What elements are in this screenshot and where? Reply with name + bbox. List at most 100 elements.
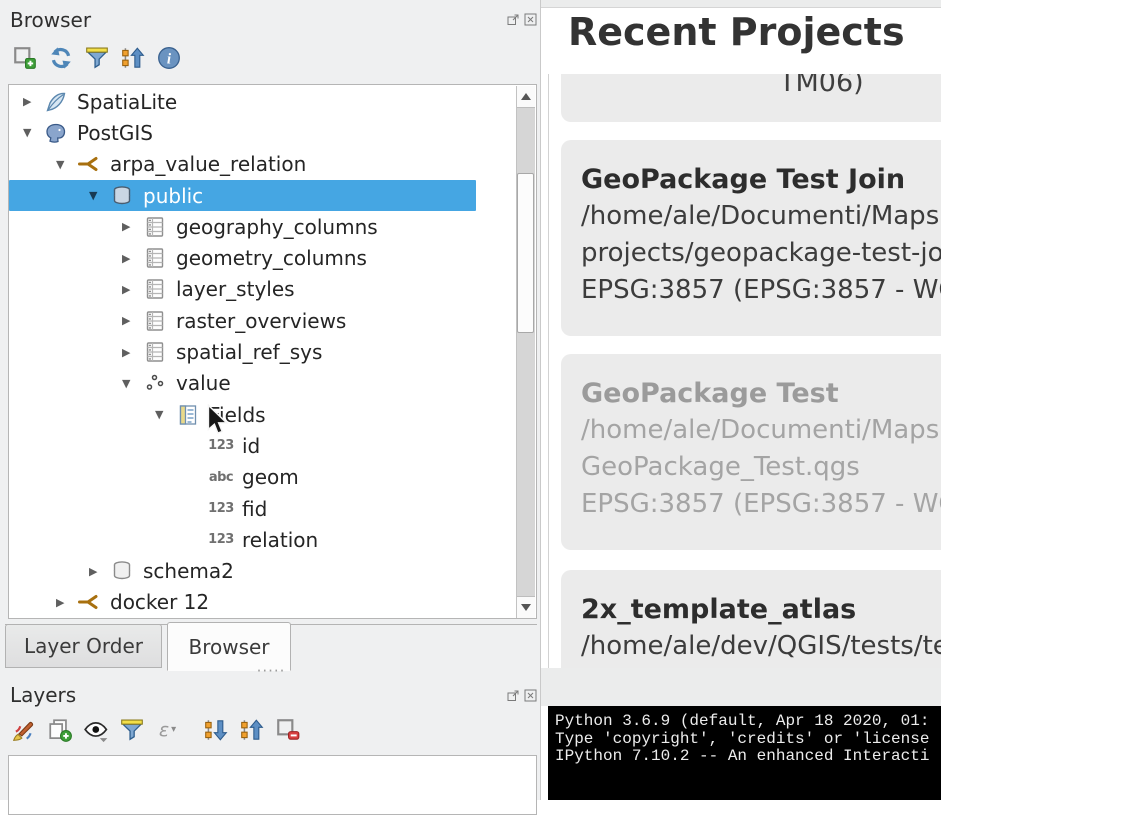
layers-panel-window-buttons xyxy=(507,689,537,702)
tree-item-label: geography_columns xyxy=(176,215,378,239)
filter-browser-button[interactable] xyxy=(83,44,110,71)
tree-item-public[interactable]: ▼public xyxy=(9,180,476,211)
project-card[interactable]: GeoPackage Test Join/home/ale/Documenti/… xyxy=(561,140,941,336)
console-gap-strip xyxy=(541,668,941,706)
filter-by-expression-button[interactable]: ε▾ xyxy=(154,716,181,743)
scroll-up-icon[interactable] xyxy=(517,86,535,108)
dock-splitter-handle[interactable]: ····· xyxy=(243,662,299,680)
tree-item-layer_styles[interactable]: ▶ layer_styles xyxy=(9,274,517,305)
expand-right-icon[interactable]: ▶ xyxy=(120,283,142,296)
project-title: GeoPackage Test xyxy=(581,376,941,412)
close-panel-icon[interactable] xyxy=(524,13,537,26)
refresh-button[interactable] xyxy=(47,44,74,71)
expand-all-button[interactable] xyxy=(202,716,229,743)
project-detail: EPSG:3857 (EPSG:3857 - WGS xyxy=(581,486,941,523)
tree-item-spatial_ref_sys[interactable]: ▶ spatial_ref_sys xyxy=(9,336,517,367)
remove-layer-group-button[interactable] xyxy=(274,716,301,743)
layers-list-empty[interactable] xyxy=(8,755,537,815)
tree-item-geometry_columns[interactable]: ▶geometry_columns xyxy=(9,242,517,273)
project-card[interactable]: 2x_template_atlas/home/ale/dev/QGIS/test… xyxy=(561,570,941,668)
tree-item-label: arpa_value_relation xyxy=(110,152,306,176)
fields-icon xyxy=(175,402,201,428)
tree-item-fields[interactable]: ▼ Fields xyxy=(9,399,517,430)
expand-down-icon[interactable]: ▼ xyxy=(87,189,109,202)
tree-scrollbar[interactable] xyxy=(516,86,535,618)
collapse-all-button[interactable] xyxy=(119,44,146,71)
collapse-all-button[interactable] xyxy=(238,716,265,743)
expand-right-icon[interactable]: ▶ xyxy=(120,220,142,233)
project-card-clipped[interactable]: TM06) xyxy=(561,74,941,122)
project-card[interactable]: GeoPackage Test/home/ale/Documenti/MapsG… xyxy=(561,354,941,550)
expand-down-icon[interactable]: ▼ xyxy=(153,408,175,421)
expand-right-icon[interactable]: ▶ xyxy=(87,565,109,578)
console-line: IPython 7.10.2 -- An enhanced Interacti xyxy=(555,748,941,766)
database-gray-icon xyxy=(109,558,135,584)
expand-right-icon[interactable]: ▶ xyxy=(21,95,43,108)
filter-legend-button[interactable] xyxy=(118,716,145,743)
tree-item-schema2[interactable]: ▶ schema2 xyxy=(9,555,517,586)
tree-item-fid[interactable]: 123fid xyxy=(9,493,517,524)
project-detail: GeoPackage_Test.qgs xyxy=(581,449,941,486)
expand-right-icon[interactable]: ▶ xyxy=(120,346,142,359)
tree-item-geography_columns[interactable]: ▶ geography_columns xyxy=(9,211,517,242)
open-layer-styling-button[interactable] xyxy=(10,716,37,743)
tree-item-arpa_value_relation[interactable]: ▼ arpa_value_relation xyxy=(9,149,517,180)
tree-item-docker-12[interactable]: ▶ docker 12 xyxy=(9,587,517,618)
project-title: GeoPackage Test Join xyxy=(581,162,941,198)
python-console[interactable]: Python 3.6.9 (default, Apr 18 2020, 01:T… xyxy=(548,706,941,800)
tree-item-label: docker 12 xyxy=(110,590,209,614)
project-detail: /home/ale/Documenti/Maps xyxy=(581,412,941,449)
tree-item-postgis[interactable]: ▼PostGIS xyxy=(9,117,517,148)
project-detail: EPSG:3857 (EPSG:3857 - WGS xyxy=(581,272,941,309)
manage-map-themes-button[interactable] xyxy=(82,716,109,743)
project-detail: projects/geopackage-test-joi xyxy=(581,235,941,272)
tree-item-raster_overviews[interactable]: ▶ raster_overviews xyxy=(9,305,517,336)
tree-item-id[interactable]: 123id xyxy=(9,430,517,461)
tree-item-label: Fields xyxy=(209,403,266,427)
expand-right-icon[interactable]: ▶ xyxy=(54,596,76,609)
tree-item-value[interactable]: ▼ value xyxy=(9,368,517,399)
welcome-screen: Recent Projects TM06) GeoPackage Test Jo… xyxy=(541,0,941,668)
browser-panel-window-buttons xyxy=(507,13,537,26)
tree-item-geom[interactable]: abcgeom xyxy=(9,462,517,493)
table-icon xyxy=(142,308,168,334)
qgis-window: Browser i ▶SpatiaLite▼PostGIS▼arpa_value… xyxy=(0,0,1134,800)
float-panel-icon[interactable] xyxy=(507,689,520,702)
tree-item-label: value xyxy=(176,371,231,395)
layers-panel-title: Layers xyxy=(10,683,76,707)
scrollbar-thumb[interactable] xyxy=(517,173,534,333)
tree-item-label: raster_overviews xyxy=(176,309,346,333)
layers-toolbar: ε▾ xyxy=(10,716,301,743)
points-icon xyxy=(142,370,168,396)
expand-right-icon[interactable]: ▶ xyxy=(120,314,142,327)
tree-item-label: spatial_ref_sys xyxy=(176,340,322,364)
table-icon xyxy=(142,276,168,302)
tree-item-label: layer_styles xyxy=(176,277,295,301)
console-line: Python 3.6.9 (default, Apr 18 2020, 01: xyxy=(555,713,941,731)
add-group-button[interactable] xyxy=(46,716,73,743)
recent-projects-list[interactable]: TM06) GeoPackage Test Join/home/ale/Docu… xyxy=(548,74,941,668)
expand-down-icon[interactable]: ▼ xyxy=(54,158,76,171)
close-panel-icon[interactable] xyxy=(524,689,537,702)
properties-button[interactable]: i xyxy=(155,44,182,71)
float-panel-icon[interactable] xyxy=(507,13,520,26)
tree-item-spatialite[interactable]: ▶ SpatiaLite xyxy=(9,86,517,117)
browser-tree: ▶SpatiaLite▼PostGIS▼arpa_value_relation▼… xyxy=(8,84,537,619)
spatialite-icon xyxy=(43,89,69,115)
console-line: Type 'copyright', 'credits' or 'license xyxy=(555,731,941,749)
project-detail: /home/ale/dev/QGIS/tests/te xyxy=(581,628,941,665)
scroll-down-icon[interactable] xyxy=(517,596,535,618)
tree-item-label: SpatiaLite xyxy=(77,90,177,114)
expand-down-icon[interactable]: ▼ xyxy=(21,126,43,139)
expand-right-icon[interactable]: ▶ xyxy=(120,252,142,265)
table-icon xyxy=(142,214,168,240)
tree-item-relation[interactable]: 123relation xyxy=(9,524,517,555)
tree-item-label: fid xyxy=(242,497,267,521)
add-selected-layers-button[interactable] xyxy=(11,44,38,71)
browser-panel-title: Browser xyxy=(10,8,91,32)
connection-icon xyxy=(76,589,102,615)
expand-down-icon[interactable]: ▼ xyxy=(120,377,142,390)
tree-item-label: schema2 xyxy=(143,559,234,583)
tab-layer-order[interactable]: Layer Order xyxy=(5,624,162,668)
tree-item-label: geom xyxy=(242,465,299,489)
